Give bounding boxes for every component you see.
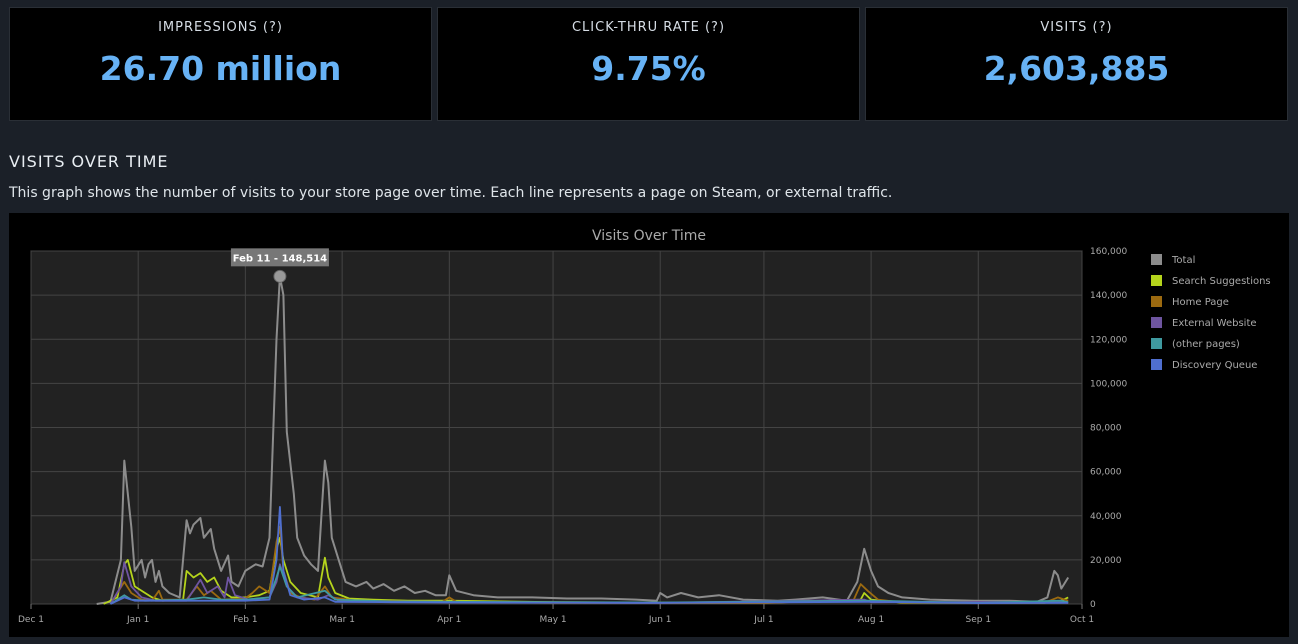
y-tick-label: 40,000 [1090, 512, 1122, 522]
legend-item-search[interactable]: Search Suggestions [1151, 275, 1271, 287]
legend-swatch [1151, 338, 1162, 349]
legend-item-external[interactable]: External Website [1151, 317, 1257, 329]
legend-swatch [1151, 359, 1162, 370]
impressions-label-text: IMPRESSIONS [158, 20, 258, 35]
legend-item-discovery[interactable]: Discovery Queue [1151, 359, 1257, 371]
y-tick-label: 120,000 [1090, 335, 1127, 345]
click-thru-rate-help-link[interactable]: (?) [705, 20, 725, 35]
legend-swatch [1151, 296, 1162, 307]
x-axis: Dec 1 Jan 1 Feb 1 Mar 1 Apr 1 May 1 Jun 1 Jul 1… [18, 604, 1094, 625]
impressions-card: IMPRESSIONS (?) 26.70 million [9, 7, 432, 121]
legend-label: Home Page [1172, 297, 1229, 308]
legend-label: Search Suggestions [1172, 276, 1271, 287]
legend-item-other[interactable]: (other pages) [1151, 338, 1240, 350]
legend-item-total[interactable]: Total [1151, 254, 1195, 266]
y-tick-label: 140,000 [1090, 291, 1127, 301]
visits-label: VISITS (?) [866, 20, 1287, 35]
visits-help-link[interactable]: (?) [1093, 20, 1113, 35]
click-thru-rate-label-text: CLICK-THRU RATE [571, 20, 700, 35]
click-thru-rate-card: CLICK-THRU RATE (?) 9.75% [437, 7, 860, 121]
impressions-label: IMPRESSIONS (?) [10, 20, 431, 35]
impressions-value: 26.70 million [99, 49, 342, 88]
x-tick-label: Oct 1 [1070, 615, 1094, 625]
chart-legend: Total Search Suggestions Home Page External… [1151, 254, 1271, 371]
legend-swatch [1151, 254, 1162, 265]
click-thru-rate-value: 9.75% [591, 49, 706, 88]
x-tick-label: Jun 1 [648, 615, 672, 625]
y-tick-label: 100,000 [1090, 379, 1127, 389]
y-tick-label: 160,000 [1090, 247, 1127, 257]
legend-swatch [1151, 275, 1162, 286]
y-tick-label: 60,000 [1090, 468, 1122, 478]
legend-swatch [1151, 317, 1162, 328]
x-tick-label: Jan 1 [126, 615, 149, 625]
x-tick-label: Apr 1 [437, 615, 461, 625]
x-tick-label: Sep 1 [966, 615, 992, 625]
hover-point-marker[interactable] [273, 269, 287, 283]
visits-value: 2,603,885 [983, 49, 1170, 88]
visits-card: VISITS (?) 2,603,885 [865, 7, 1288, 121]
click-thru-rate-label: CLICK-THRU RATE (?) [438, 20, 859, 35]
legend-label: External Website [1172, 318, 1257, 329]
chart-title: Visits Over Time [592, 228, 706, 244]
legend-label: (other pages) [1172, 339, 1240, 350]
legend-label: Discovery Queue [1172, 360, 1257, 371]
tooltip-text: Feb 11 - 148,514 [233, 253, 327, 264]
visits-over-time-chart: Visits Over Time Dec 1 Jan 1 Feb 1 Mar 1 Apr… [18, 228, 1271, 625]
x-tick-label: Mar 1 [329, 615, 355, 625]
section-description: This graph shows the number of visits to… [9, 185, 893, 201]
legend-item-home[interactable]: Home Page [1151, 296, 1229, 308]
impressions-help-link[interactable]: (?) [263, 20, 283, 35]
x-tick-label: Dec 1 [18, 615, 44, 625]
visits-label-text: VISITS [1040, 20, 1088, 35]
x-tick-label: Feb 1 [233, 615, 258, 625]
section-title: VISITS OVER TIME [9, 152, 169, 171]
x-tick-label: May 1 [539, 615, 566, 625]
y-axis: 160,000 140,000 120,000 100,000 80,000 60,000… [1090, 247, 1127, 610]
y-tick-label: 20,000 [1090, 556, 1122, 566]
legend-label: Total [1171, 255, 1195, 266]
x-tick-label: Aug 1 [858, 615, 884, 625]
y-tick-label: 80,000 [1090, 424, 1122, 434]
x-tick-label: Jul 1 [753, 615, 773, 625]
y-tick-label: 0 [1090, 600, 1096, 610]
visits-chart-panel: Visits Over Time Dec 1 Jan 1 Feb 1 Mar 1 Apr… [9, 213, 1289, 637]
